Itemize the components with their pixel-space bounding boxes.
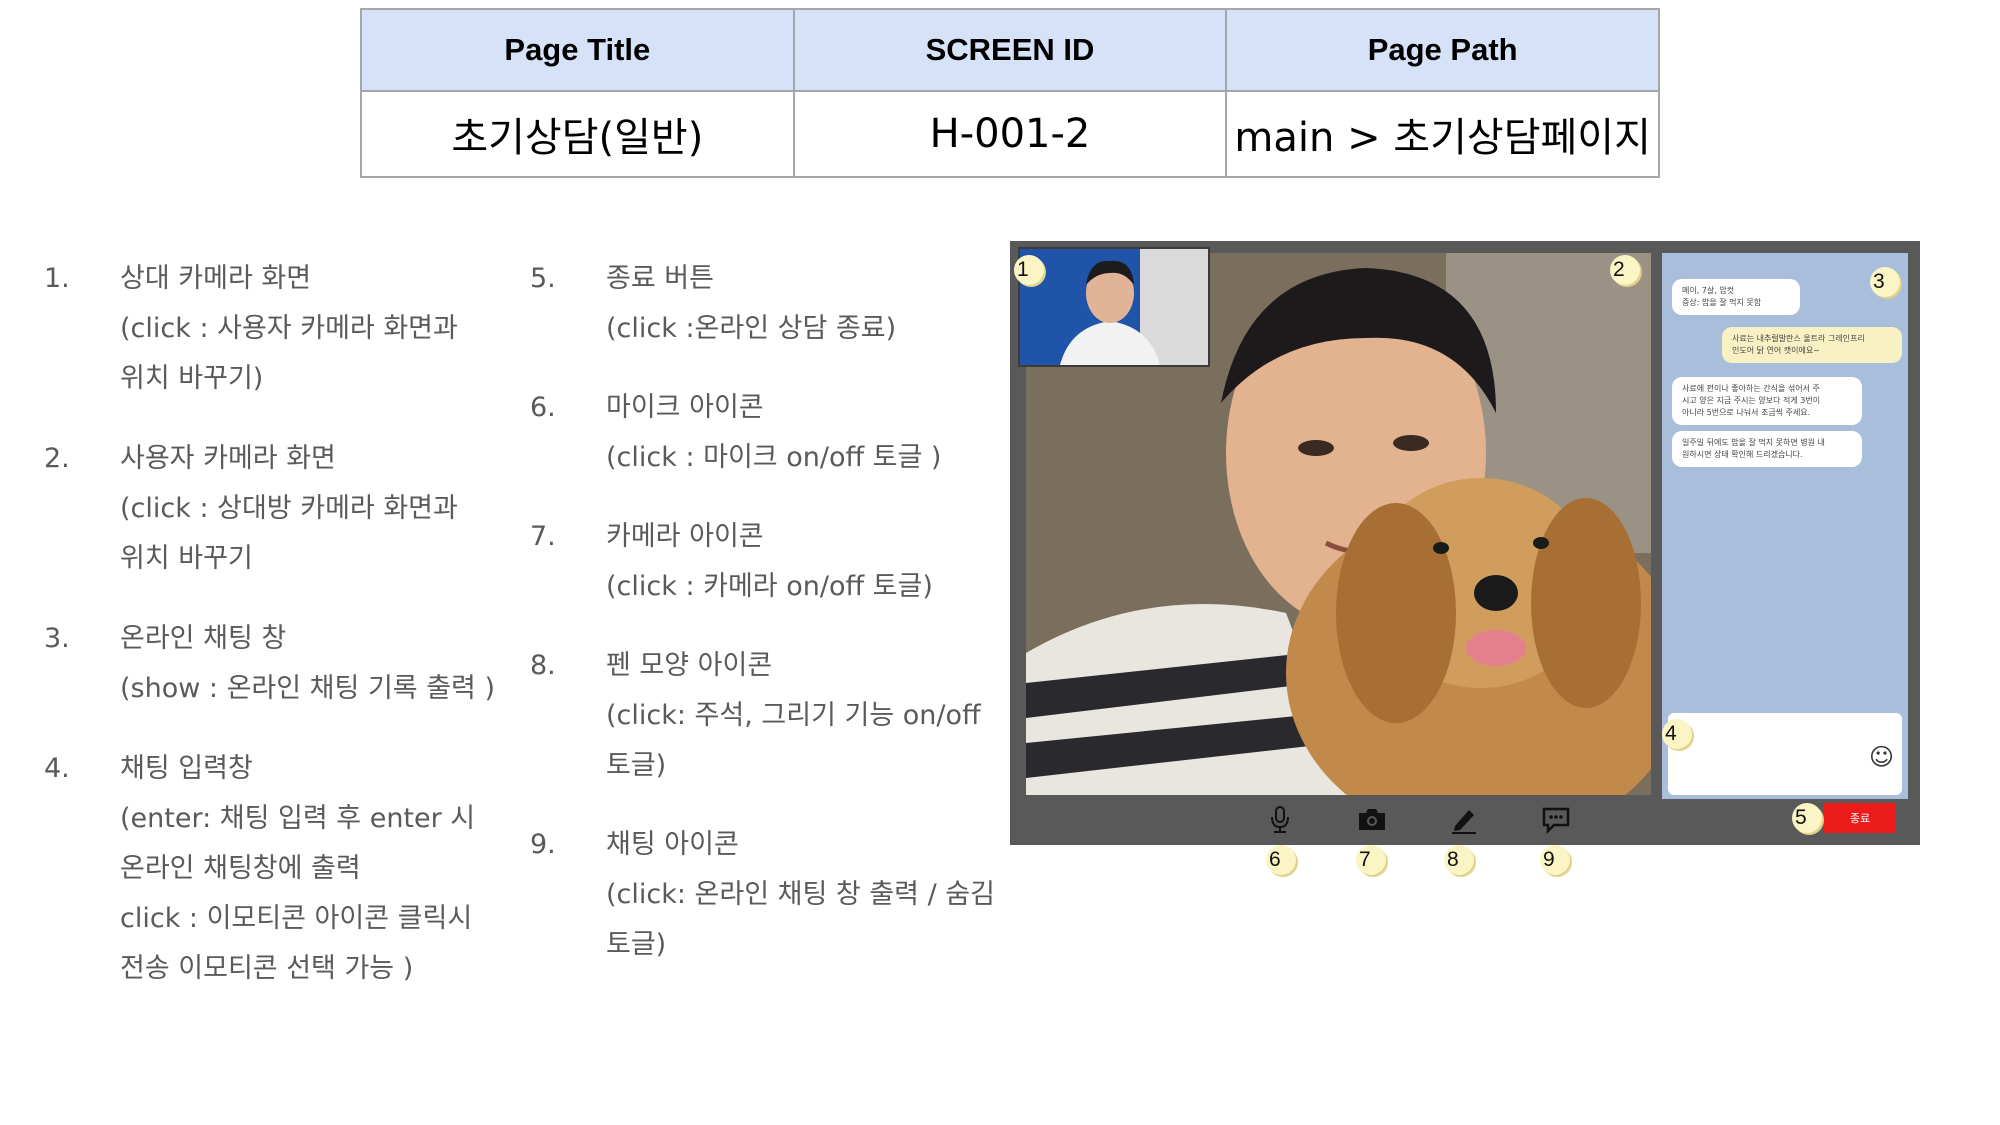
microphone-icon[interactable] (1264, 803, 1296, 835)
description-title: 상대 카메라 화면 (120, 263, 312, 294)
description-number: 8. (530, 650, 556, 681)
annotation-marker-7: 7 (1356, 845, 1386, 875)
description-item: 6. 마이크 아이콘 (click : 마이크 on/off 토글 ) (530, 383, 1010, 483)
annotation-marker-9: 9 (1540, 845, 1570, 875)
description-title: 펜 모양 아이콘 (606, 650, 773, 681)
annotation-marker-4: 4 (1662, 719, 1692, 749)
end-consult-button[interactable]: 종료 (1824, 803, 1896, 833)
user-camera-view[interactable] (1018, 247, 1210, 367)
description-item: 2. 사용자 카메라 화면 (click : 상대방 카메라 화면과위치 바꾸기 (44, 434, 514, 584)
description-title: 마이크 아이콘 (606, 392, 764, 423)
description-detail: 토글) (606, 929, 667, 960)
description-number: 9. (530, 829, 556, 860)
annotation-marker-3: 3 (1870, 267, 1900, 297)
chat-icon[interactable] (1540, 803, 1572, 835)
description-body: 채팅 입력창 (enter: 채팅 입력 후 enter 시온라인 채팅창에 출력… (120, 744, 514, 994)
chat-window[interactable]: 메이, 7살, 암컷 증상: 밥을 잘 먹지 못함사료는 내추럴발란스 울트라 … (1662, 253, 1908, 799)
description-detail: 전송 이모티콘 선택 가능 ) (120, 953, 414, 984)
description-item: 7. 카메라 아이콘 (click : 카메라 on/off 토글) (530, 512, 1010, 612)
screen-info-table: Page Title SCREEN ID Page Path 초기상담(일반) … (360, 8, 1660, 178)
header-page-path: Page Path (1225, 8, 1660, 92)
header-screen-id: SCREEN ID (792, 8, 1228, 92)
chat-input-field[interactable]: ☺ (1668, 713, 1902, 795)
user-camera-illustration (1060, 260, 1160, 365)
description-title: 채팅 입력창 (120, 753, 253, 784)
chat-bubble-outgoing: 사료는 내추럴발란스 울트라 그레인프리 인도어 닭 연어 캣이에요~ (1722, 327, 1902, 363)
description-detail: (click : 카메라 on/off 토글) (606, 571, 933, 602)
annotation-marker-8: 8 (1444, 845, 1474, 875)
description-detail: (click : 마이크 on/off 토글 ) (606, 442, 942, 473)
description-detail: (show : 온라인 채팅 기록 출력 ) (120, 673, 495, 704)
description-body: 사용자 카메라 화면 (click : 상대방 카메라 화면과위치 바꾸기 (120, 434, 514, 584)
description-detail: click : 이모티콘 아이콘 클릭시 (120, 903, 473, 934)
screen-id-value: H-001-2 (792, 90, 1228, 178)
description-list-left: 1. 상대 카메라 화면 (click : 사용자 카메라 화면과위치 바꾸기) 2.… (44, 254, 514, 1024)
description-detail: 토글) (606, 750, 667, 781)
description-item: 1. 상대 카메라 화면 (click : 사용자 카메라 화면과위치 바꾸기) (44, 254, 514, 404)
chat-bubble-incoming: 사료에 펀이나 좋아하는 간식을 섞어서 주 시고 양은 지금 주시는 양보다 … (1672, 377, 1862, 425)
description-detail: (click : 상대방 카메라 화면과 (120, 493, 458, 524)
description-detail: (enter: 채팅 입력 후 enter 시 (120, 803, 476, 834)
camera-icon[interactable] (1356, 803, 1388, 835)
description-body: 마이크 아이콘 (click : 마이크 on/off 토글 ) (606, 383, 1010, 483)
description-number: 1. (44, 263, 70, 294)
chat-bubble-incoming: 일주일 뒤에도 밥을 잘 먹지 못하면 병원 내 원하시면 상태 확인해 드리겠… (1672, 431, 1862, 467)
description-number: 5. (530, 263, 556, 294)
description-detail: (click: 온라인 채팅 창 출력 / 숨김 (606, 879, 995, 910)
pen-icon[interactable] (1448, 803, 1480, 835)
page-path-value: main > 초기상담페이지 (1225, 90, 1660, 178)
description-number: 4. (44, 753, 70, 784)
description-number: 2. (44, 443, 70, 474)
description-number: 7. (530, 521, 556, 552)
description-title: 온라인 채팅 창 (120, 623, 287, 654)
description-number: 6. (530, 392, 556, 423)
smiley-icon[interactable]: ☺ (1869, 743, 1894, 771)
description-body: 상대 카메라 화면 (click : 사용자 카메라 화면과위치 바꾸기) (120, 254, 514, 404)
page-title-value: 초기상담(일반) (360, 90, 795, 178)
description-item: 4. 채팅 입력창 (enter: 채팅 입력 후 enter 시온라인 채팅창에 … (44, 744, 514, 994)
annotation-marker-5: 5 (1792, 803, 1822, 833)
annotation-marker-6: 6 (1266, 845, 1296, 875)
description-item: 3. 온라인 채팅 창 (show : 온라인 채팅 기록 출력 ) (44, 614, 514, 714)
chat-bubble-incoming: 메이, 7살, 암컷 증상: 밥을 잘 먹지 못함 (1672, 279, 1800, 315)
description-title: 사용자 카메라 화면 (120, 443, 336, 474)
video-consult-mockup: 메이, 7살, 암컷 증상: 밥을 잘 먹지 못함사료는 내추럴발란스 울트라 … (1010, 241, 1920, 875)
description-item: 9. 채팅 아이콘 (click: 온라인 채팅 창 출력 / 숨김토글) (530, 820, 1010, 970)
description-title: 채팅 아이콘 (606, 829, 739, 860)
description-detail: (click: 주석, 그리기 기능 on/off (606, 700, 981, 731)
description-detail: (click : 사용자 카메라 화면과 (120, 313, 458, 344)
annotation-marker-1: 1 (1014, 255, 1044, 285)
annotation-marker-2: 2 (1610, 255, 1640, 285)
description-number: 3. (44, 623, 70, 654)
description-item: 5. 종료 버튼 (click :온라인 상담 종료) (530, 254, 1010, 354)
description-detail: 위치 바꾸기) (120, 363, 264, 394)
description-body: 카메라 아이콘 (click : 카메라 on/off 토글) (606, 512, 1010, 612)
description-detail: 위치 바꾸기 (120, 543, 253, 574)
description-body: 펜 모양 아이콘 (click: 주석, 그리기 기능 on/off 토글) (606, 641, 1010, 791)
description-list-right: 5. 종료 버튼 (click :온라인 상담 종료) 6. 마이크 아이콘 (click… (530, 254, 1010, 999)
description-body: 종료 버튼 (click :온라인 상담 종료) (606, 254, 1010, 354)
description-detail: (click :온라인 상담 종료) (606, 313, 897, 344)
description-body: 채팅 아이콘 (click: 온라인 채팅 창 출력 / 숨김토글) (606, 820, 1010, 970)
description-item: 8. 펜 모양 아이콘 (click: 주석, 그리기 기능 on/off 토글) (530, 641, 1010, 791)
description-title: 카메라 아이콘 (606, 521, 764, 552)
description-body: 온라인 채팅 창 (show : 온라인 채팅 기록 출력 ) (120, 614, 514, 714)
header-page-title: Page Title (360, 8, 795, 92)
description-title: 종료 버튼 (606, 263, 714, 294)
description-detail: 온라인 채팅창에 출력 (120, 853, 361, 884)
